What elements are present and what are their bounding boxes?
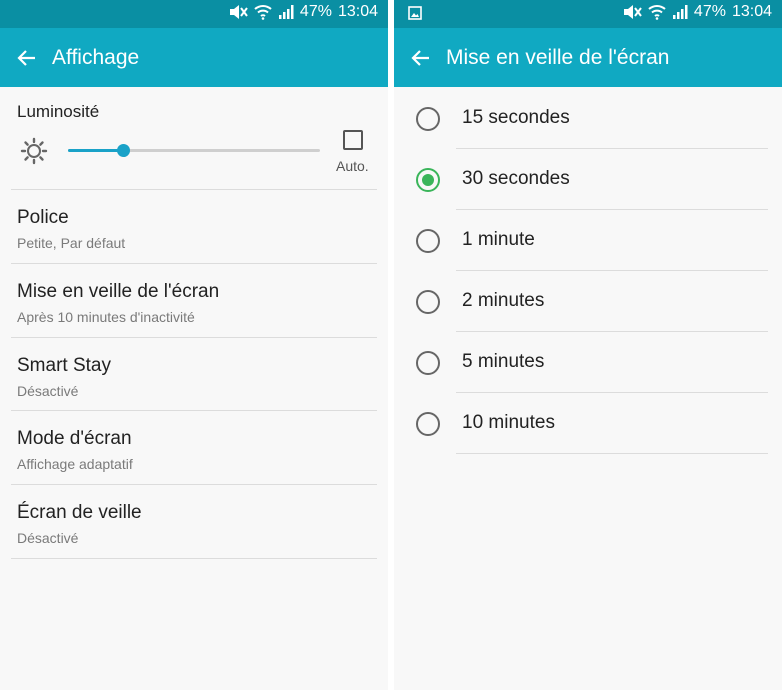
mute-icon bbox=[622, 4, 642, 20]
setting-subtitle: Affichage adaptatif bbox=[17, 456, 133, 472]
setting-font[interactable]: Police Petite, Par défaut bbox=[0, 190, 388, 264]
signal-icon bbox=[672, 4, 688, 20]
app-bar: Mise en veille de l'écran bbox=[394, 28, 782, 87]
brightness-sun-icon bbox=[20, 137, 48, 165]
radio-button[interactable] bbox=[416, 229, 440, 253]
divider bbox=[11, 558, 377, 559]
status-icons: 47% 13:04 bbox=[228, 3, 378, 21]
setting-subtitle: Petite, Par défaut bbox=[17, 235, 126, 251]
app-bar: Affichage bbox=[0, 28, 388, 87]
setting-daydream[interactable]: Écran de veille Désactivé bbox=[0, 485, 388, 559]
timeout-option-30s[interactable]: 30 secondes bbox=[394, 149, 782, 210]
status-bar: 47% 13:04 bbox=[394, 0, 782, 28]
option-label: 5 minutes bbox=[462, 351, 545, 372]
clock: 13:04 bbox=[731, 3, 772, 20]
radio-button[interactable] bbox=[416, 351, 440, 375]
screen-timeout-screen: 47% 13:04 Mise en veille de l'écran 15 s… bbox=[394, 0, 782, 690]
timeout-option-5m[interactable]: 5 minutes bbox=[394, 332, 782, 393]
brightness-section: Luminosité Auto. bbox=[0, 87, 388, 189]
auto-brightness-checkbox[interactable] bbox=[343, 130, 363, 150]
timeout-option-1m[interactable]: 1 minute bbox=[394, 210, 782, 271]
timeout-option-10m[interactable]: 10 minutes bbox=[394, 393, 782, 454]
radio-button[interactable] bbox=[416, 107, 440, 131]
option-label: 10 minutes bbox=[462, 412, 555, 433]
option-label: 30 secondes bbox=[462, 168, 570, 189]
option-label: 2 minutes bbox=[462, 290, 545, 311]
auto-brightness-label: Auto. bbox=[336, 158, 369, 174]
status-bar: 47% 13:04 bbox=[0, 0, 388, 28]
page-title: Mise en veille de l'écran bbox=[446, 46, 670, 69]
setting-screen-timeout[interactable]: Mise en veille de l'écran Après 10 minut… bbox=[0, 264, 388, 338]
setting-title: Mode d'écran bbox=[17, 428, 132, 449]
battery-text: 47% bbox=[693, 3, 726, 20]
slider-fill bbox=[68, 149, 124, 152]
radio-button[interactable] bbox=[416, 412, 440, 436]
option-label: 15 secondes bbox=[462, 107, 570, 128]
setting-subtitle: Désactivé bbox=[17, 383, 79, 399]
back-arrow-icon[interactable] bbox=[408, 45, 434, 71]
wifi-icon bbox=[254, 4, 272, 20]
setting-subtitle: Après 10 minutes d'inactivité bbox=[17, 309, 195, 325]
brightness-slider[interactable] bbox=[68, 141, 320, 161]
status-icons: 47% 13:04 bbox=[622, 3, 772, 21]
setting-screen-mode[interactable]: Mode d'écran Affichage adaptatif bbox=[0, 411, 388, 485]
option-label: 1 minute bbox=[462, 229, 535, 250]
timeout-option-2m[interactable]: 2 minutes bbox=[394, 271, 782, 332]
radio-button[interactable] bbox=[416, 290, 440, 314]
clock: 13:04 bbox=[337, 3, 378, 20]
radio-button[interactable] bbox=[416, 168, 440, 192]
slider-thumb[interactable] bbox=[117, 144, 131, 157]
setting-title: Écran de veille bbox=[17, 502, 142, 523]
timeout-option-15s[interactable]: 15 secondes bbox=[394, 88, 782, 149]
divider bbox=[456, 453, 768, 454]
wifi-icon bbox=[648, 4, 666, 20]
setting-subtitle: Désactivé bbox=[17, 530, 79, 546]
setting-title: Smart Stay bbox=[17, 355, 111, 376]
battery-text: 47% bbox=[299, 3, 332, 20]
setting-smart-stay[interactable]: Smart Stay Désactivé bbox=[0, 338, 388, 412]
back-arrow-icon[interactable] bbox=[14, 45, 40, 71]
setting-title: Police bbox=[17, 207, 69, 228]
mute-icon bbox=[228, 4, 248, 20]
setting-title: Mise en veille de l'écran bbox=[17, 281, 220, 302]
page-title: Affichage bbox=[52, 46, 140, 69]
image-icon bbox=[408, 6, 422, 25]
brightness-label: Luminosité bbox=[17, 102, 100, 121]
display-settings-screen: 47% 13:04 Affichage Luminosité Auto. Pol… bbox=[0, 0, 388, 690]
signal-icon bbox=[278, 4, 294, 20]
